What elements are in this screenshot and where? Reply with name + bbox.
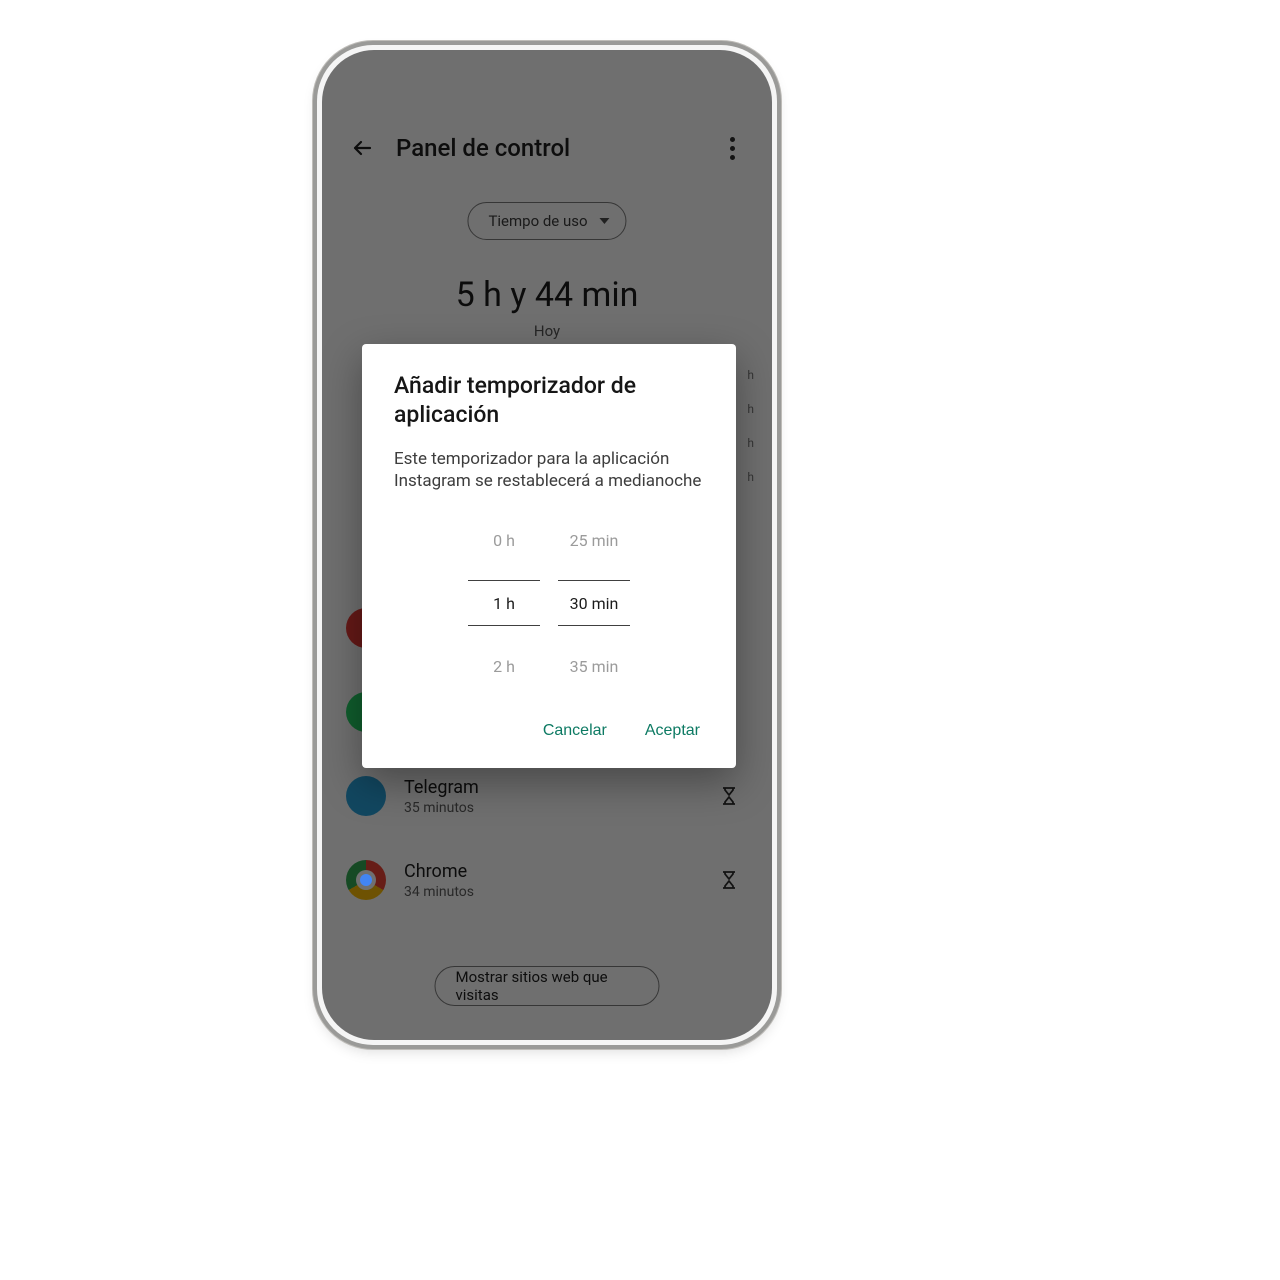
time-picker[interactable]: 0 h 1 h 2 h 25 min 30 min 35 min (394, 518, 704, 688)
hours-prev: 0 h (493, 518, 515, 562)
minutes-next: 35 min (570, 644, 619, 688)
cancel-button[interactable]: Cancelar (539, 714, 611, 748)
accept-button[interactable]: Aceptar (641, 714, 704, 748)
hours-next: 2 h (493, 644, 515, 688)
timer-dialog: Añadir temporizador de aplicación Este t… (362, 344, 736, 768)
hours-column[interactable]: 0 h 1 h 2 h (468, 518, 540, 688)
hours-selected: 1 h (493, 581, 515, 625)
minutes-prev: 25 min (570, 518, 619, 562)
phone-frame: Panel de control Tiempo de uso 5 h y 44 … (317, 45, 777, 1045)
minutes-selected: 30 min (570, 581, 619, 625)
dialog-body: Este temporizador para la aplicación Ins… (394, 448, 704, 493)
dialog-title: Añadir temporizador de aplicación (394, 372, 704, 430)
minutes-column[interactable]: 25 min 30 min 35 min (558, 518, 630, 688)
